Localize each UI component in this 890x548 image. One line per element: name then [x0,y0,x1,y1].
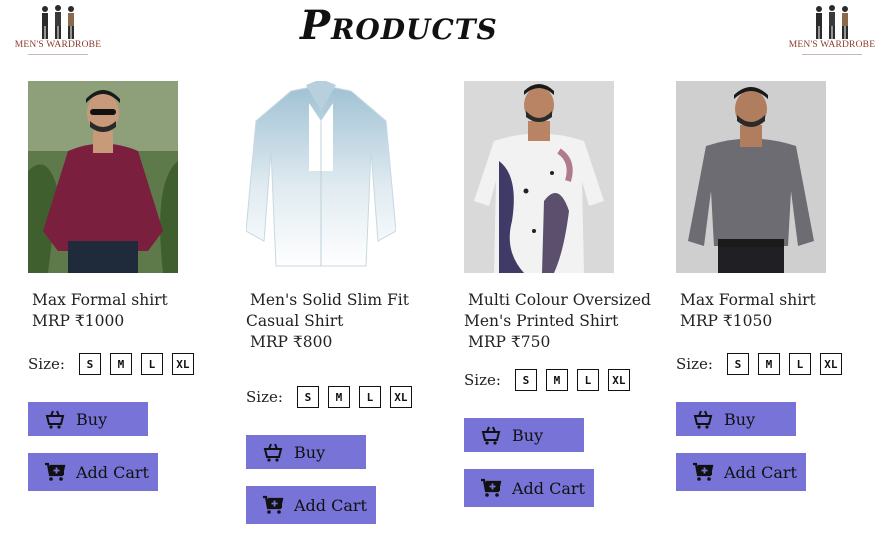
add-to-cart-icon [262,495,284,515]
add-to-cart-icon [692,462,714,482]
size-option-m[interactable]: M [757,353,780,375]
add-to-cart-icon [44,462,66,482]
size-option-xl[interactable]: XL [607,369,630,391]
size-selector: Size: S M L XL [28,353,203,375]
size-option-s[interactable]: S [78,353,101,375]
product-card-2: Men's Solid Slim Fit Casual Shirt MRP ₹8… [246,0,446,548]
buy-button[interactable]: Buy [246,435,366,469]
basket-icon [44,409,66,429]
buy-button[interactable]: Buy [676,402,796,436]
product-name-line-2: Men's Printed Shirt [464,312,619,330]
product-price: MRP ₹1000 [32,312,125,330]
basket-icon [262,442,284,462]
size-label: Size: [464,371,501,389]
man-in-maroon-shirt-photo [28,81,178,273]
add-cart-button-label: Add Cart [294,495,367,515]
size-option-xl[interactable]: XL [171,353,194,375]
product-image-printed-shirt[interactable] [464,81,614,273]
size-option-xl[interactable]: XL [819,353,842,375]
product-price: MRP ₹1050 [680,312,773,330]
size-option-m[interactable]: M [545,369,568,391]
product-price: MRP ₹750 [468,333,551,351]
buy-button-label: Buy [294,442,326,462]
size-option-m[interactable]: M [327,386,350,408]
size-label: Size: [28,355,65,373]
product-card-3: Multi Colour Oversized Men's Printed Shi… [464,0,664,548]
add-cart-button[interactable]: Add Cart [246,486,376,524]
product-card-4: Max Formal shirt MRP ₹1050 Size: S M L X… [676,0,876,548]
size-option-xl[interactable]: XL [389,386,412,408]
buy-button-label: Buy [76,409,108,429]
product-image-gradient-shirt[interactable] [246,81,396,273]
product-name: Max Formal shirt [680,291,816,309]
basket-icon [480,425,502,445]
buy-button[interactable]: Buy [28,402,148,436]
buy-button[interactable]: Buy [464,418,584,452]
product-name-line-2: Casual Shirt [246,312,344,330]
add-cart-button-label: Add Cart [512,478,585,498]
size-option-l[interactable]: L [788,353,811,375]
size-selector: Size: S M L XL [246,386,421,408]
add-cart-button-label: Add Cart [76,462,149,482]
product-price: MRP ₹800 [250,333,333,351]
buy-button-label: Buy [724,409,756,429]
size-option-s[interactable]: S [726,353,749,375]
size-selector: Size: S M L XL [676,353,851,375]
add-cart-button[interactable]: Add Cart [464,469,594,507]
product-image-grey-shirt[interactable] [676,81,826,273]
white-blue-gradient-shirt-photo [246,81,396,273]
add-cart-button[interactable]: Add Cart [28,453,158,491]
add-to-cart-icon [480,478,502,498]
product-card-1: Max Formal shirt MRP ₹1000 Size: S M L X… [28,0,228,548]
basket-icon [692,409,714,429]
man-in-grey-shirt-photo [676,81,826,273]
size-option-l[interactable]: L [358,386,381,408]
buy-button-label: Buy [512,425,544,445]
product-name: Men's Solid Slim Fit [250,291,409,309]
size-label: Size: [676,355,713,373]
size-option-m[interactable]: M [109,353,132,375]
man-in-printed-shirt-photo [464,81,614,273]
size-option-l[interactable]: L [140,353,163,375]
product-image-maroon-shirt[interactable] [28,81,178,273]
size-selector: Size: S M L XL [464,369,639,391]
size-option-l[interactable]: L [576,369,599,391]
size-option-s[interactable]: S [296,386,319,408]
product-name: Max Formal shirt [32,291,168,309]
product-name: Multi Colour Oversized [468,291,651,309]
size-label: Size: [246,388,283,406]
add-cart-button[interactable]: Add Cart [676,453,806,491]
size-option-s[interactable]: S [514,369,537,391]
add-cart-button-label: Add Cart [724,462,797,482]
